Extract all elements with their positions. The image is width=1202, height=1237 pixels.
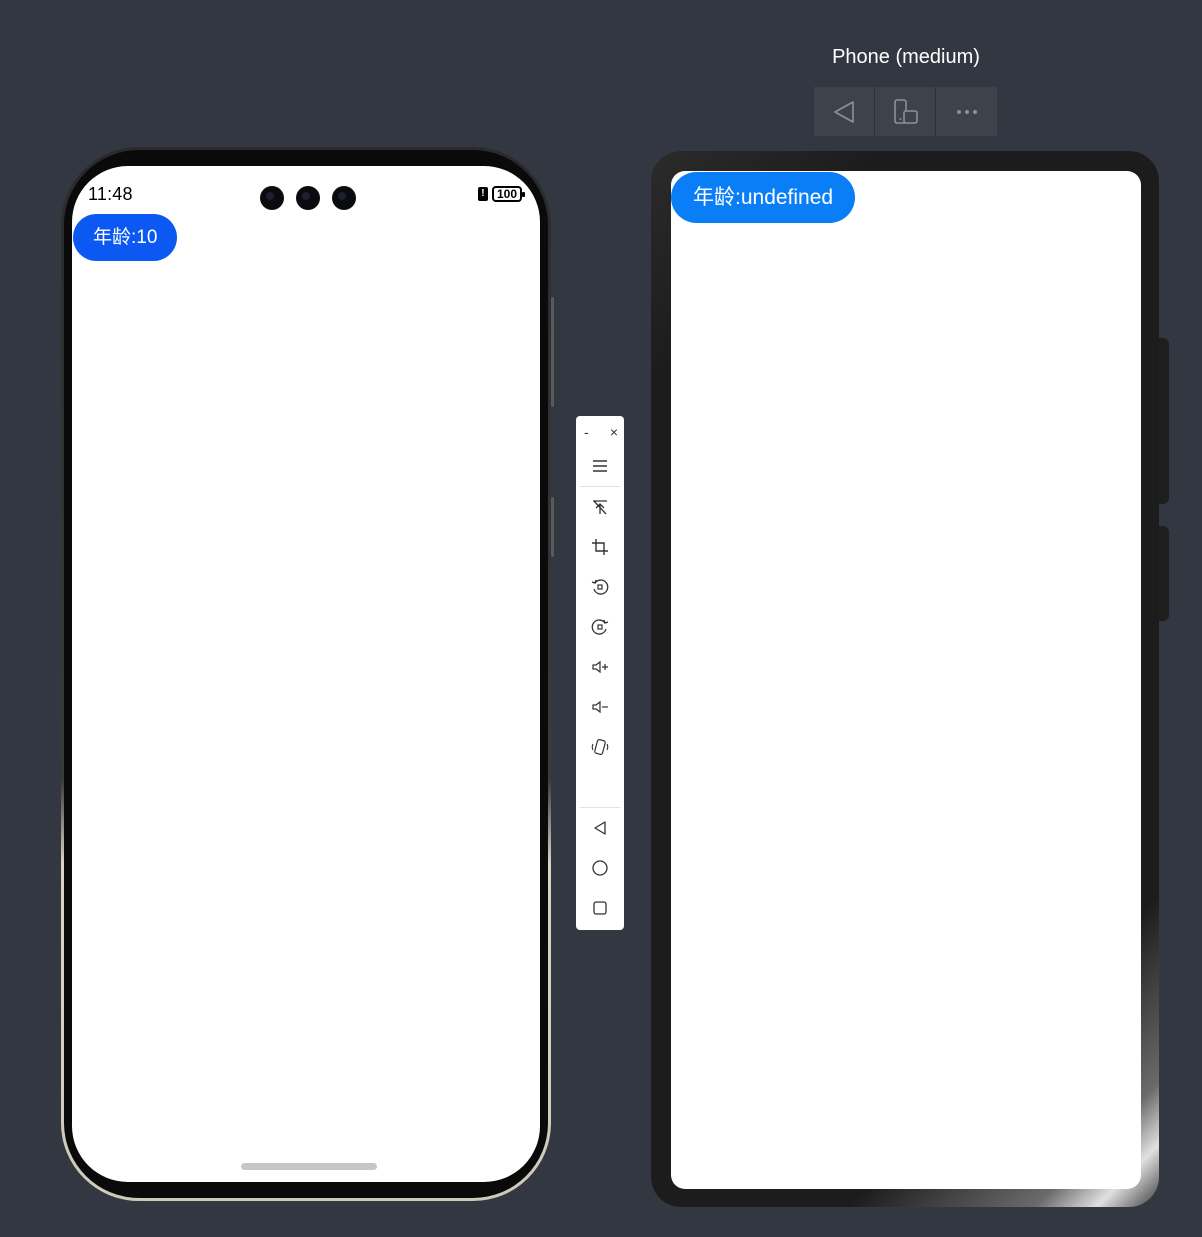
emulator-device: 11:48 ! 100 年龄:10	[61, 147, 554, 1201]
home-icon[interactable]	[576, 848, 624, 888]
status-indicators: ! 100	[477, 186, 526, 202]
preview-more-button[interactable]	[936, 87, 997, 136]
volume-button	[551, 297, 554, 407]
emulator-toolbar: - ×	[576, 416, 624, 930]
menu-icon[interactable]	[576, 446, 624, 486]
toolbar-close-button[interactable]: ×	[610, 424, 618, 446]
camera-icon	[260, 186, 284, 210]
preview-device-switch-button[interactable]	[875, 87, 936, 136]
pin-top-icon[interactable]	[576, 487, 624, 527]
age-button[interactable]: 年龄:10	[73, 214, 178, 261]
preview-volume-button	[1159, 338, 1169, 504]
more-icon	[956, 109, 977, 114]
volume-down-icon[interactable]	[576, 687, 624, 727]
rotate-left-icon[interactable]	[576, 567, 624, 607]
back-icon	[834, 100, 854, 123]
volume-up-icon[interactable]	[576, 647, 624, 687]
preview-device: 年龄:undefined	[651, 151, 1169, 1207]
preview-screen[interactable]: 年龄:undefined	[671, 171, 1141, 1189]
sim-alert-icon: !	[477, 187, 488, 201]
toolbar-window-controls: - ×	[576, 416, 624, 446]
toolbar-minimize-button[interactable]: -	[584, 424, 589, 446]
shake-icon[interactable]	[576, 727, 624, 767]
preview-back-button[interactable]	[814, 87, 875, 136]
status-time: 11:48	[88, 184, 133, 204]
age-button[interactable]: 年龄:undefined	[671, 172, 856, 223]
preview-power-button	[1159, 526, 1169, 621]
battery-icon: 100	[491, 186, 526, 202]
preview-device-title: Phone (medium)	[832, 46, 980, 68]
preview-toolbar	[814, 87, 997, 136]
recents-icon[interactable]	[576, 888, 624, 928]
home-indicator[interactable]	[241, 1163, 377, 1170]
power-button	[551, 497, 554, 557]
device-bezel: 11:48 ! 100 年龄:10	[64, 150, 548, 1198]
rotate-right-icon[interactable]	[576, 607, 624, 647]
back-icon[interactable]	[576, 808, 624, 848]
camera-icon	[332, 186, 356, 210]
emulator-screen[interactable]: 11:48 ! 100 年龄:10	[72, 166, 540, 1182]
crop-icon[interactable]	[576, 527, 624, 567]
camera-cluster	[260, 186, 356, 210]
camera-icon	[296, 186, 320, 210]
device-switch-icon	[894, 98, 918, 124]
